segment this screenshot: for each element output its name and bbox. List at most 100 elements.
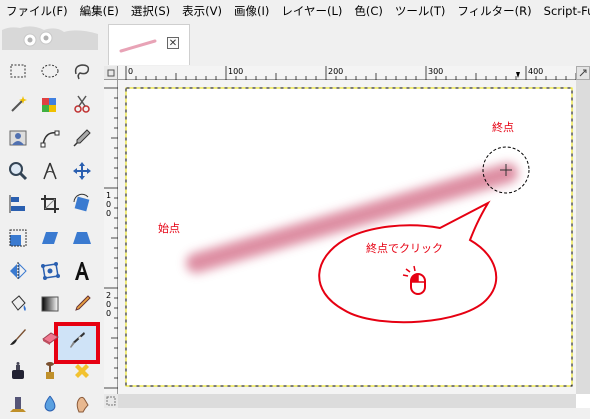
- vertical-ruler: 100200: [104, 80, 118, 394]
- ink-tool[interactable]: [3, 356, 33, 386]
- foreground-select-tool[interactable]: [3, 123, 33, 153]
- text-tool[interactable]: [67, 256, 97, 286]
- rotate-icon: [73, 193, 90, 212]
- color-picker-tool[interactable]: [67, 123, 97, 153]
- ruler-label: 200: [328, 67, 343, 76]
- perspective-icon: [73, 231, 91, 244]
- scale-icon: [9, 229, 27, 246]
- ruler-label: 0: [106, 309, 111, 318]
- ruler-label: 0: [128, 67, 133, 76]
- menubar: ファイル(F) 編集(E) 選択(S) 表示(V) 画像(I) レイヤー(L) 色(C) ツー…: [0, 0, 590, 22]
- paintbrush-icon: [10, 329, 26, 346]
- eraser-icon: [42, 332, 59, 346]
- menu-item[interactable]: ファイル(F): [0, 0, 74, 22]
- navigate-button[interactable]: [576, 66, 590, 80]
- vertical-ruler-ticks: 100200: [104, 87, 118, 389]
- start-point-label: 始点: [158, 222, 180, 235]
- horizontal-ruler-ticks: 0 100 200 300 400: [125, 66, 577, 80]
- perspective-clone-icon: [10, 397, 26, 412]
- measure-icon: [43, 162, 57, 180]
- image-window: ✕ 0 100 200 300 400 100200 始点 終点 終点でクリック: [104, 22, 590, 408]
- menu-item[interactable]: Script-Fu: [538, 0, 590, 22]
- ruler-label: 0: [106, 200, 111, 209]
- gradient-tool[interactable]: [35, 289, 65, 319]
- foreground-select-icon: [9, 130, 27, 146]
- fuzzy-select-icon: [11, 96, 27, 113]
- crop-icon: [41, 195, 59, 214]
- color-select-tool[interactable]: [35, 89, 65, 119]
- airbrush-icon: [70, 332, 85, 348]
- tab-thumbnail: [119, 39, 157, 53]
- paths-icon: [40, 130, 60, 148]
- ruler-corner[interactable]: [104, 66, 118, 80]
- ink-icon: [12, 361, 24, 379]
- airbrush-tool[interactable]: [62, 325, 92, 355]
- cage-tool[interactable]: [35, 256, 65, 286]
- heal-tool[interactable]: [67, 356, 97, 386]
- heal-icon: [75, 363, 89, 378]
- flip-icon: [10, 261, 27, 280]
- quick-mask-toggle[interactable]: [104, 394, 118, 408]
- callout-text: 終点でクリック: [366, 242, 443, 255]
- eraser-tool[interactable]: [35, 322, 65, 352]
- measure-tool[interactable]: [35, 156, 65, 186]
- rect-select-tool[interactable]: [3, 56, 33, 86]
- canvas-area[interactable]: 始点 終点 終点でクリック: [118, 80, 576, 394]
- crop-tool[interactable]: [35, 189, 65, 219]
- ellipse-select-icon: [41, 64, 59, 78]
- lasso-tool[interactable]: [67, 56, 97, 86]
- perspective-tool[interactable]: [67, 223, 97, 253]
- menu-item[interactable]: 編集(E): [74, 0, 125, 22]
- menu-item[interactable]: 色(C): [348, 0, 389, 22]
- ruler-pointer-marker: [516, 72, 520, 78]
- rect-select-icon: [10, 64, 26, 78]
- scale-tool[interactable]: [3, 223, 33, 253]
- color-picker-icon: [73, 128, 91, 147]
- pencil-icon: [75, 295, 91, 311]
- tab-close-button[interactable]: ✕: [167, 37, 179, 49]
- paths-tool[interactable]: [35, 123, 65, 153]
- ellipse-select-tool[interactable]: [35, 56, 65, 86]
- shear-icon: [42, 231, 58, 244]
- horizontal-ruler: 0 100 200 300 400: [118, 66, 577, 80]
- vertical-scrollbar[interactable]: [576, 80, 590, 394]
- perspective-clone-tool[interactable]: [3, 389, 33, 419]
- zoom-icon: [9, 161, 28, 180]
- pencil-tool[interactable]: [67, 289, 97, 319]
- ruler-label: 0: [106, 300, 111, 309]
- scissors-icon: [74, 95, 90, 114]
- clone-tool[interactable]: [35, 356, 65, 386]
- scissors-tool[interactable]: [67, 89, 97, 119]
- ruler-label: 300: [428, 67, 443, 76]
- align-tool[interactable]: [3, 189, 33, 219]
- menu-item[interactable]: レイヤー(L): [275, 0, 348, 22]
- bucket-fill-tool[interactable]: [3, 289, 33, 319]
- ruler-label: 2: [106, 291, 111, 300]
- shear-tool[interactable]: [35, 223, 65, 253]
- lasso-icon: [74, 64, 90, 80]
- move-tool[interactable]: [67, 156, 97, 186]
- zoom-tool[interactable]: [3, 156, 33, 186]
- ruler-label: 1: [106, 191, 111, 200]
- gradient-icon: [41, 296, 59, 312]
- blur-tool[interactable]: [35, 389, 65, 419]
- ruler-label: 400: [528, 67, 543, 76]
- image-tab[interactable]: ✕: [108, 24, 190, 65]
- end-point-label: 終点: [492, 121, 514, 134]
- menu-item[interactable]: フィルター(R): [451, 0, 537, 22]
- smudge-tool[interactable]: [67, 389, 97, 419]
- smudge-icon: [76, 396, 89, 413]
- menu-item[interactable]: ツール(T): [389, 0, 452, 22]
- flip-tool[interactable]: [3, 256, 33, 286]
- bucket-fill-icon: [11, 295, 26, 312]
- image-tab-bar: ✕: [104, 22, 590, 66]
- menu-item[interactable]: 画像(I): [228, 0, 275, 22]
- horizontal-scrollbar[interactable]: [118, 394, 576, 408]
- fuzzy-select-tool[interactable]: [3, 89, 33, 119]
- align-icon: [9, 195, 25, 214]
- move-icon: [73, 161, 91, 180]
- paintbrush-tool[interactable]: [3, 322, 33, 352]
- rotate-tool[interactable]: [67, 189, 97, 219]
- menu-item[interactable]: 選択(S): [125, 0, 176, 22]
- menu-item[interactable]: 表示(V): [176, 0, 228, 22]
